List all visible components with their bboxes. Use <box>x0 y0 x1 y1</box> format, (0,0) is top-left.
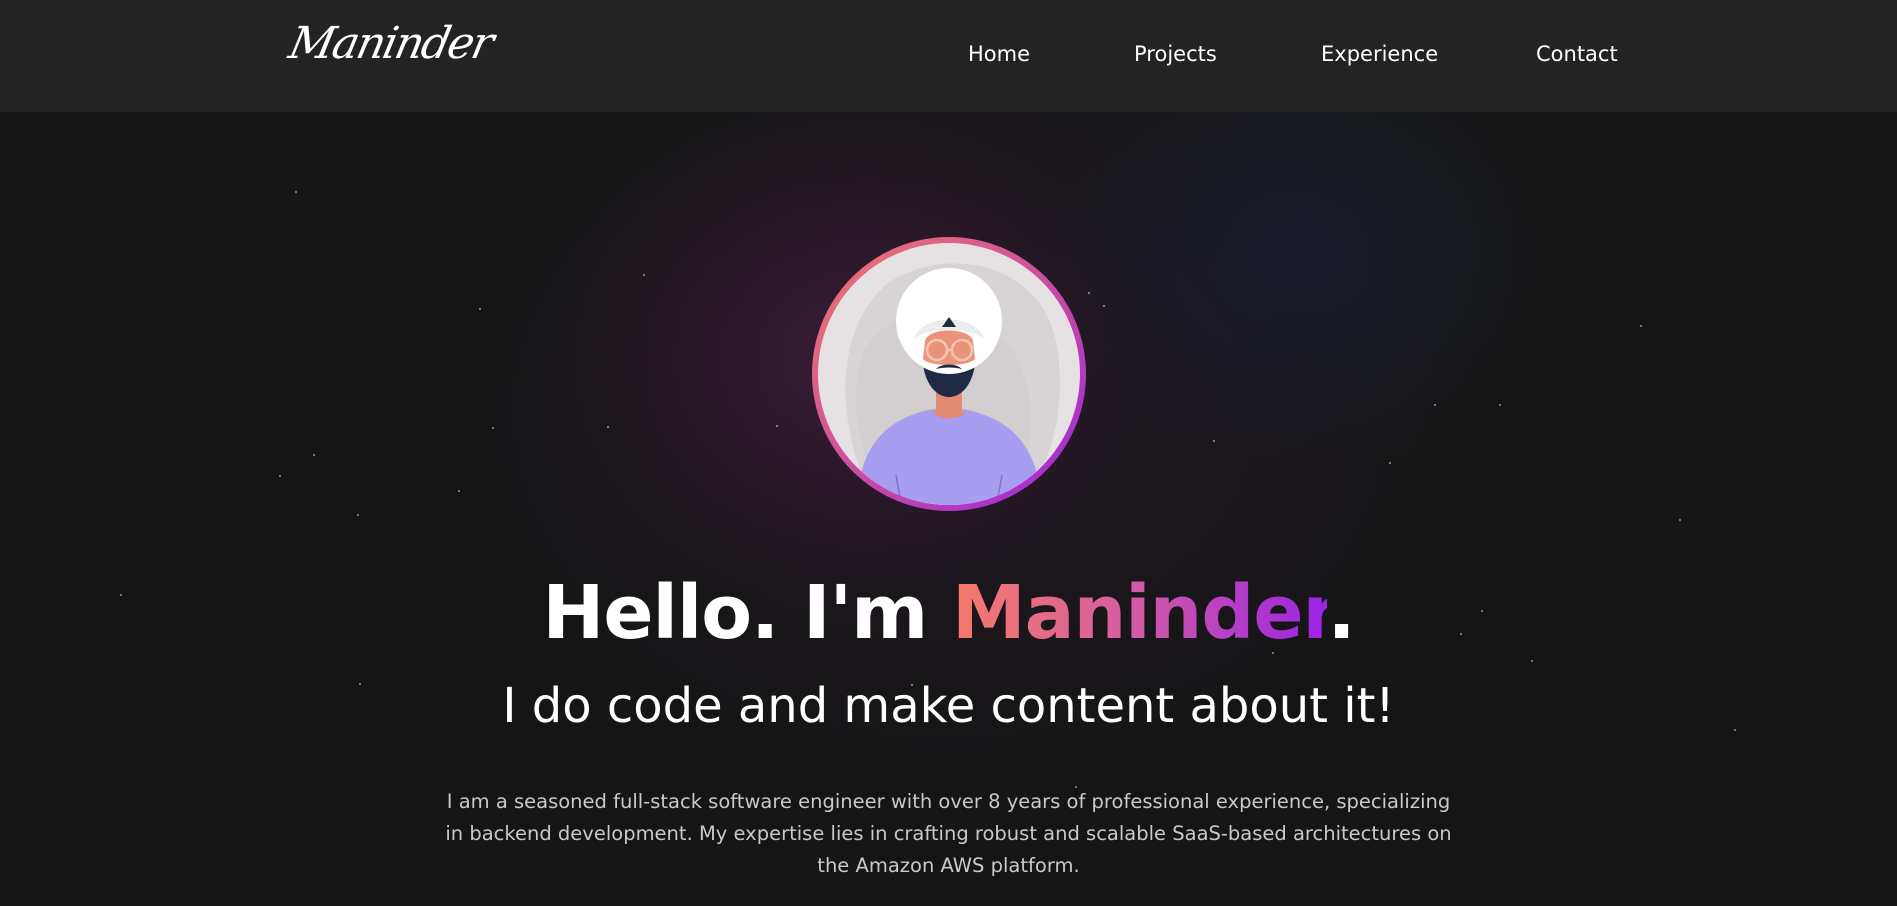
nav-link-projects[interactable]: Projects <box>1134 42 1217 66</box>
star <box>1213 440 1215 442</box>
person-with-turban-avatar-icon <box>818 243 1080 505</box>
nav-link-home[interactable]: Home <box>968 42 1030 66</box>
star <box>1389 462 1391 464</box>
top-navbar: Maninder Home Projects Experience Contac… <box>0 0 1897 112</box>
star <box>643 274 645 276</box>
page: Maninder Home Projects Experience Contac… <box>0 0 1897 906</box>
hero-name: Maninder <box>952 570 1328 656</box>
avatar-frame <box>812 237 1086 511</box>
greeting-suffix: . <box>1327 570 1355 656</box>
star <box>313 454 315 456</box>
star <box>1088 292 1090 294</box>
star <box>479 308 481 310</box>
star <box>458 490 460 492</box>
star <box>1499 404 1501 406</box>
star <box>1679 519 1681 521</box>
star <box>295 191 297 193</box>
hero-greeting: Hello. I'm Maninder. <box>0 570 1897 656</box>
star <box>776 425 778 427</box>
nav-link-contact[interactable]: Contact <box>1536 42 1618 66</box>
star <box>607 426 609 428</box>
star <box>1103 305 1105 307</box>
star <box>1640 325 1642 327</box>
site-logo[interactable]: Maninder <box>285 18 497 69</box>
nav-link-experience[interactable]: Experience <box>1321 42 1438 66</box>
star <box>1434 404 1436 406</box>
star <box>1531 660 1533 662</box>
hero-tagline: I do code and make content about it! <box>502 678 1395 734</box>
greeting-prefix: Hello. I'm <box>542 570 953 656</box>
star <box>492 427 494 429</box>
star <box>279 475 281 477</box>
avatar-illustration <box>845 263 1060 505</box>
hero-bio: I am a seasoned full-stack software engi… <box>445 790 1452 877</box>
star <box>357 514 359 516</box>
